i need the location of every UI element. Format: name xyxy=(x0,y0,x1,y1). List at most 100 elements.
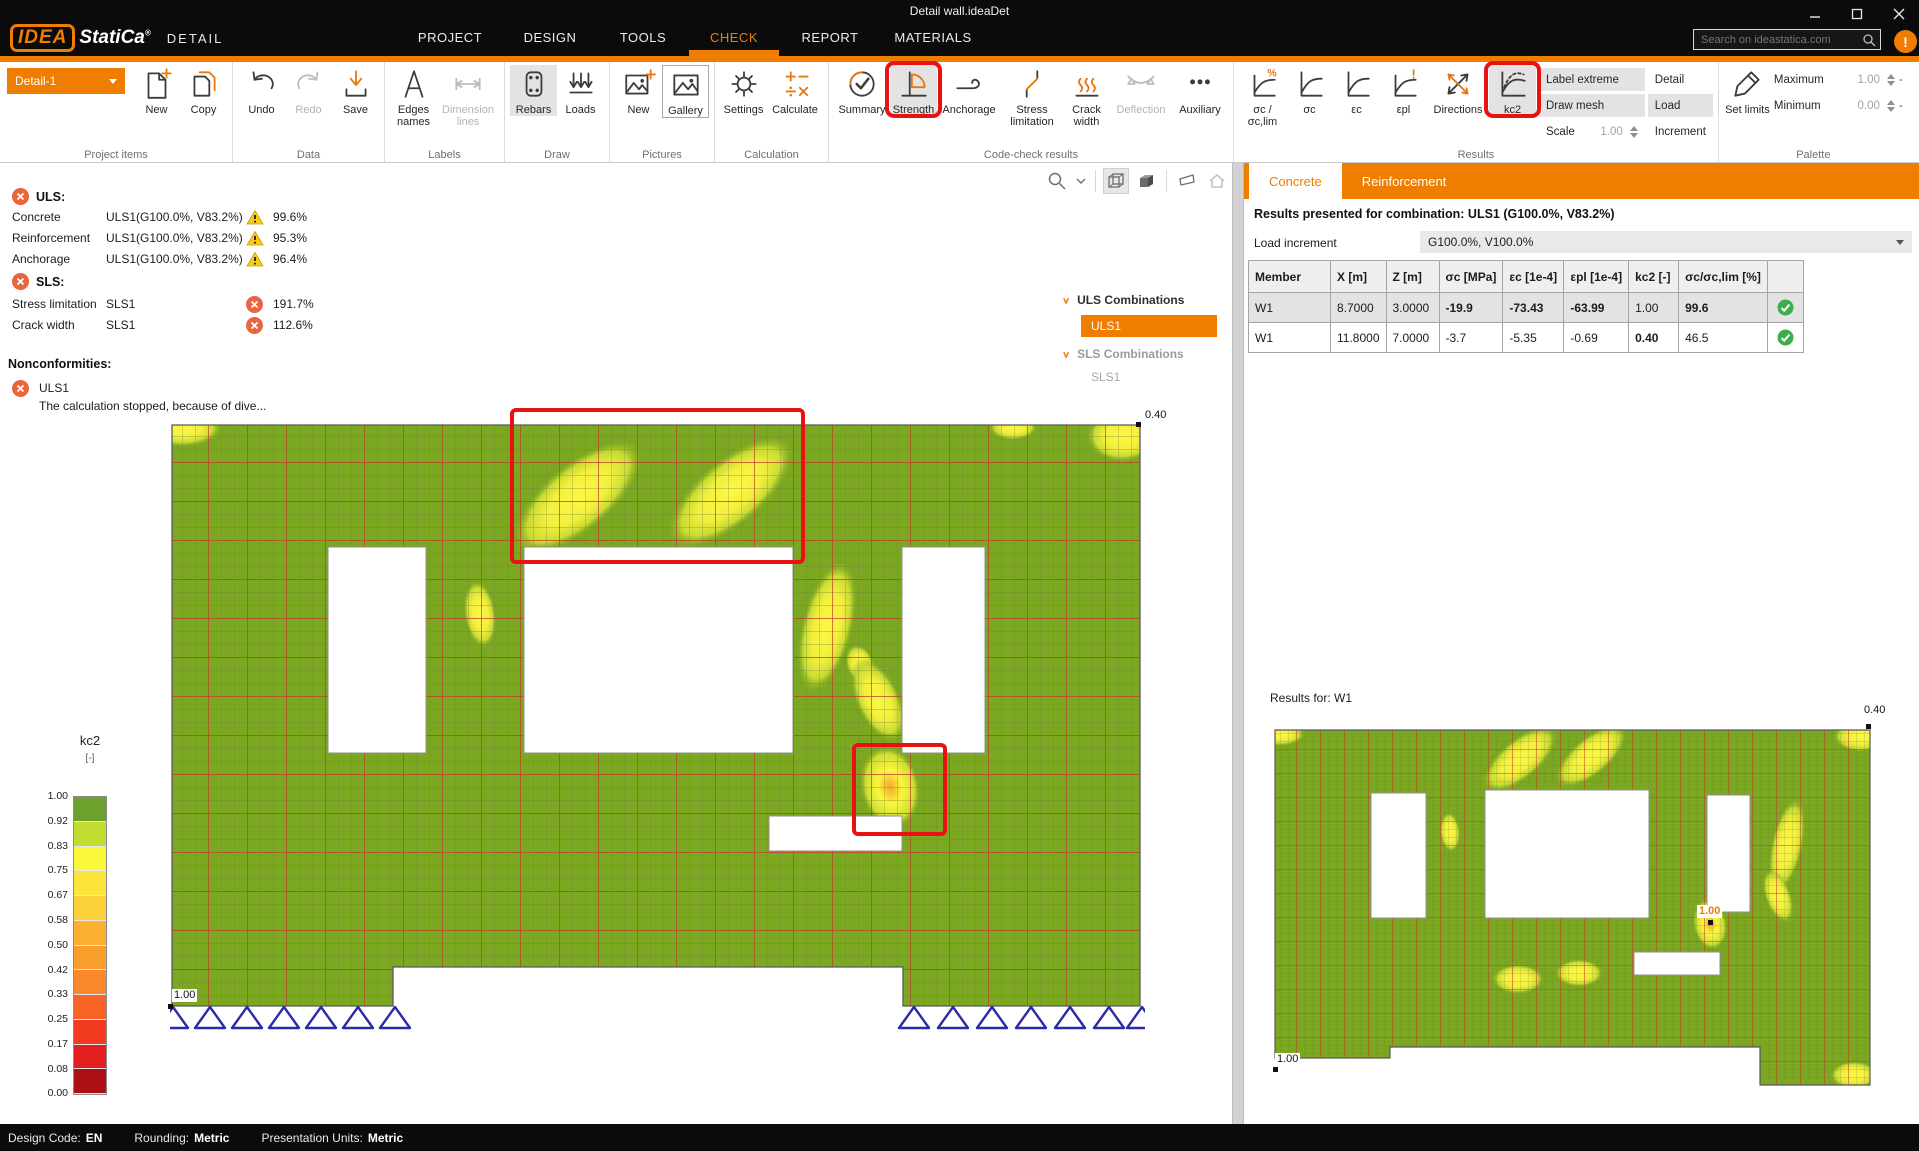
chevron-down-icon xyxy=(1896,239,1904,245)
maximum-stepper[interactable] xyxy=(1886,73,1895,86)
summary-row-reinforcement[interactable]: Reinforcement ULS1(G100.0%, V83.2%) 95.3% xyxy=(12,229,307,247)
new-item-button[interactable]: New xyxy=(133,65,180,116)
epl-button[interactable]: ! εpl xyxy=(1380,65,1427,116)
search-input[interactable] xyxy=(1701,33,1862,46)
model-canvas[interactable]: ULS: Concrete ULS1(G100.0%, V83.2%) 99.6%… xyxy=(0,163,1256,1124)
menu-project[interactable]: PROJECT xyxy=(400,28,500,45)
save-button[interactable]: Save xyxy=(332,65,379,116)
deflection-button[interactable]: Deflection xyxy=(1110,65,1172,116)
minimum-stepper[interactable] xyxy=(1886,99,1895,112)
wireframe-view-icon[interactable] xyxy=(1103,168,1129,194)
detail-toggle[interactable]: Detail xyxy=(1648,68,1713,91)
kc2-button[interactable]: kc2 xyxy=(1484,61,1541,118)
panel-splitter[interactable] xyxy=(1232,163,1244,1124)
summary-row-anchorage[interactable]: Anchorage ULS1(G100.0%, V83.2%) 96.4% xyxy=(12,250,307,268)
zoom-tool-icon[interactable] xyxy=(1044,168,1070,194)
tab-reinforcement[interactable]: Reinforcement xyxy=(1342,163,1467,199)
svg-text:!: ! xyxy=(1411,67,1415,82)
summary-row-crack-width[interactable]: Crack width SLS1 112.6% xyxy=(12,316,313,334)
menu-tools[interactable]: TOOLS xyxy=(600,28,686,45)
home-view-icon[interactable] xyxy=(1204,168,1230,194)
summary-row-concrete[interactable]: Concrete ULS1(G100.0%, V83.2%) 99.6% xyxy=(12,208,307,226)
tree-item-sls1[interactable]: SLS1 xyxy=(1091,370,1120,384)
calculate-button[interactable]: Calculate xyxy=(767,65,823,116)
dimension-arrow-icon xyxy=(455,77,481,91)
group-label: Calculation xyxy=(744,149,799,161)
rebars-button[interactable]: Rebars xyxy=(510,65,557,116)
group-project-items: Detail-1 New Copy Project items xyxy=(0,62,233,162)
menu-design[interactable]: DESIGN xyxy=(500,28,600,45)
menu-check-active[interactable]: CHECK xyxy=(686,28,782,45)
sls-combinations-group[interactable]: ∨ SLS Combinations xyxy=(1062,347,1184,361)
extreme-point-marker xyxy=(1866,724,1871,729)
uls-combinations-group[interactable]: ∨ ULS Combinations xyxy=(1062,293,1184,307)
summary-button[interactable]: Summary xyxy=(834,65,890,116)
load-toggle[interactable]: Load xyxy=(1647,94,1713,117)
settings-button[interactable]: Settings xyxy=(720,65,767,116)
wall-result-plot[interactable] xyxy=(170,424,1145,1034)
minimize-icon[interactable] xyxy=(1809,8,1821,20)
project-item-combo[interactable]: Detail-1 xyxy=(7,68,125,94)
uls-summary-header: ULS: xyxy=(12,188,65,205)
warning-icon xyxy=(246,251,264,267)
loads-button[interactable]: Loads xyxy=(557,65,604,116)
auxiliary-button[interactable]: Auxiliary xyxy=(1172,65,1228,116)
solid-view-icon[interactable] xyxy=(1133,168,1159,194)
stress-limitation-button[interactable]: Stress limitation xyxy=(1001,65,1063,128)
table-row[interactable]: W1 8.7000 3.0000 -19.9 -73.43 -63.99 1.00 99.… xyxy=(1248,292,1804,323)
legend-tick: 1.00 xyxy=(47,790,68,802)
new-picture-button[interactable]: New xyxy=(615,65,662,116)
label-extreme-toggle[interactable]: Label extreme xyxy=(1539,68,1645,91)
scale-stepper[interactable] xyxy=(1629,125,1638,138)
load-increment-select[interactable]: G100.0%, V100.0% xyxy=(1420,231,1912,253)
menu-report[interactable]: REPORT xyxy=(782,28,878,45)
svg-text:%: % xyxy=(1267,68,1277,80)
table-row[interactable]: W1 11.8000 7.0000 -3.7 -5.35 -0.69 0.40 46.5 xyxy=(1248,322,1804,353)
sc-sclim-button[interactable]: % σc / σc,lim xyxy=(1239,65,1286,128)
group-palette: Set limits Maximum - Minimum - xyxy=(1719,62,1908,162)
summary-row-stress-limitation[interactable]: Stress limitation SLS1 191.7% xyxy=(12,295,314,313)
sc-button[interactable]: σc xyxy=(1286,65,1333,116)
member-result-plot[interactable] xyxy=(1273,726,1873,1091)
ok-check-icon xyxy=(1777,299,1794,316)
directions-button[interactable]: Directions xyxy=(1427,65,1489,116)
strength-button[interactable]: Strength xyxy=(885,61,942,118)
legend-tick: 0.67 xyxy=(47,889,68,901)
dimension-lines-button[interactable]: Dimension lines xyxy=(437,65,499,128)
crack-width-button[interactable]: Crack width xyxy=(1063,65,1110,128)
copy-button[interactable]: Copy xyxy=(180,65,227,116)
tree-item-uls1-selected[interactable]: ULS1 xyxy=(1081,315,1217,337)
maximum-input[interactable] xyxy=(1831,70,1884,89)
minimum-row: Minimum - xyxy=(1774,94,1903,117)
anchorage-button[interactable]: Anchorage xyxy=(937,65,1001,116)
status-design-code: Design Code: EN xyxy=(8,1130,103,1145)
nonconformities-header: Nonconformities: xyxy=(8,357,112,371)
search-box[interactable] xyxy=(1693,29,1881,50)
extreme-point-marker xyxy=(1136,422,1141,427)
group-results: % σc / σc,lim σc εc ! εpl Directions kc2… xyxy=(1234,61,1719,162)
set-limits-button[interactable]: Set limits xyxy=(1724,65,1771,116)
zoom-dropdown-chevron-icon[interactable] xyxy=(1074,168,1088,194)
menu-materials[interactable]: MATERIALS xyxy=(878,28,988,45)
ec-button[interactable]: εc xyxy=(1333,65,1380,116)
legend-tick: 0.50 xyxy=(47,939,68,951)
edges-names-button[interactable]: Edges names xyxy=(390,65,437,128)
gallery-button[interactable]: Gallery xyxy=(662,65,709,118)
increment-toggle[interactable]: Increment xyxy=(1648,120,1713,143)
close-icon[interactable] xyxy=(1893,8,1905,20)
nonconformity-item[interactable]: ULS1 xyxy=(12,379,69,397)
tab-concrete[interactable]: Concrete xyxy=(1249,163,1342,199)
error-icon xyxy=(12,379,29,397)
draw-mesh-toggle[interactable]: Draw mesh xyxy=(1539,94,1645,117)
undo-button[interactable]: Undo xyxy=(238,65,285,116)
legend-tick: 0.33 xyxy=(47,988,68,1000)
maximize-icon[interactable] xyxy=(1851,8,1863,20)
minimum-input[interactable] xyxy=(1831,96,1884,115)
redo-button[interactable]: Redo xyxy=(285,65,332,116)
scale-input[interactable] xyxy=(1574,122,1627,141)
clipping-view-icon[interactable] xyxy=(1174,168,1200,194)
notification-icon[interactable]: ! xyxy=(1894,30,1917,53)
extreme-label-mid: 1.00 xyxy=(1697,905,1723,918)
legend-tick: 0.58 xyxy=(47,914,68,926)
gear-icon xyxy=(730,71,757,97)
